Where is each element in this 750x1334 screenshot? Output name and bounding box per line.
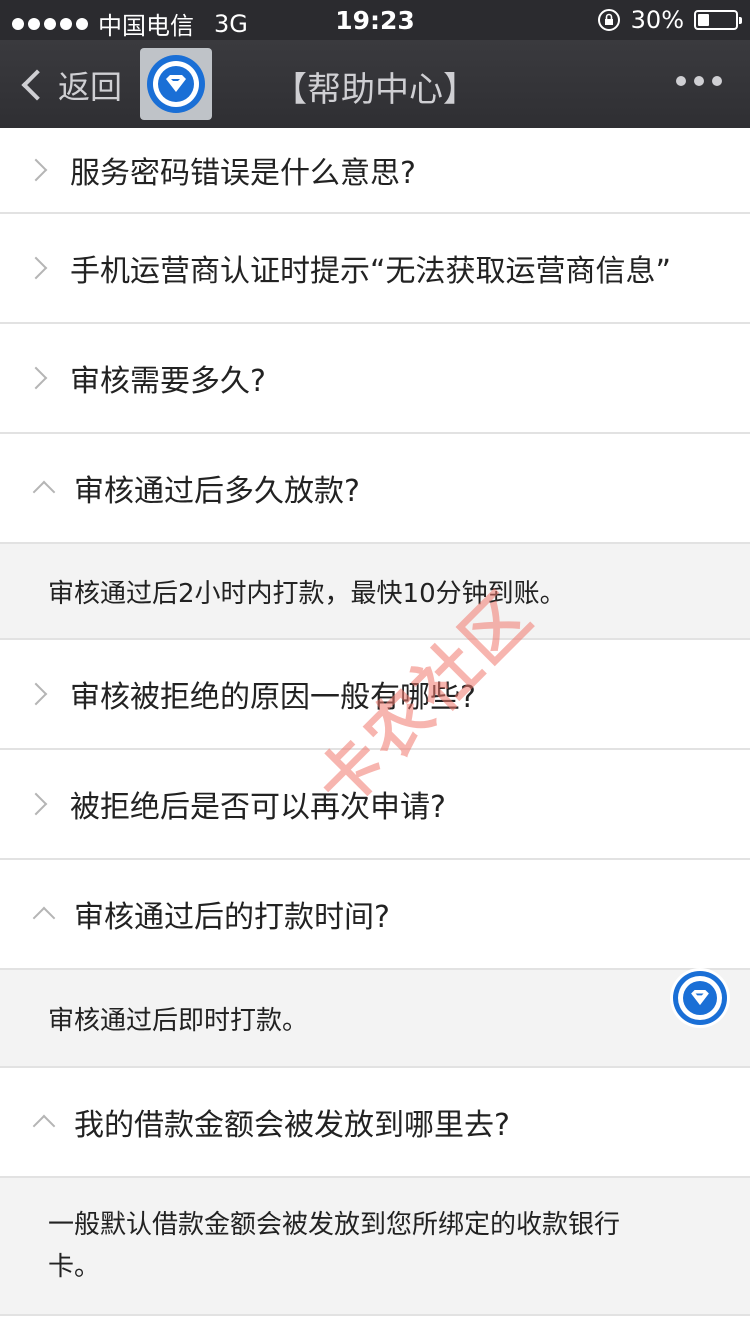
- faq-answer: 审核通过后2小时内打款，最快10分钟到账。: [0, 544, 750, 640]
- navigation-bar: 返回 【帮助中心】: [0, 40, 750, 128]
- more-options-button[interactable]: [676, 76, 722, 86]
- faq-item-expanded[interactable]: 审核通过后的打款时间?: [0, 860, 750, 970]
- faq-question: 我的借款金额会被发放到哪里去?: [74, 1108, 510, 1143]
- faq-item[interactable]: 手机运营商认证时提示“无法获取运营商信息”: [0, 214, 750, 324]
- chevron-right-icon: [24, 256, 48, 280]
- faq-item[interactable]: 审核需要多久?: [0, 324, 750, 434]
- more-dots-icon: [676, 76, 686, 86]
- chevron-right-icon: [24, 682, 48, 706]
- faq-question: 审核被拒绝的原因一般有哪些?: [70, 680, 476, 715]
- faq-answer: 审核通过后即时打款。: [0, 970, 750, 1068]
- faq-item[interactable]: 审核被拒绝的原因一般有哪些?: [0, 640, 750, 750]
- faq-answer: 一般默认借款金额会被发放到您所绑定的收款银行卡。: [0, 1178, 750, 1316]
- superman-shield-icon: [691, 990, 709, 1006]
- battery-icon: [694, 10, 742, 30]
- orientation-lock-icon: [597, 9, 620, 31]
- chevron-up-icon: [32, 906, 56, 930]
- faq-item[interactable]: 服务密码错误是什么意思?: [0, 128, 750, 214]
- faq-item[interactable]: 被拒绝后是否可以再次申请?: [0, 750, 750, 860]
- faq-question: 手机运营商认证时提示“无法获取运营商信息”: [70, 254, 672, 289]
- chevron-right-icon: [24, 158, 48, 182]
- status-bar: 中国电信 3G 19:23 30%: [0, 0, 750, 40]
- faq-question: 审核通过后的打款时间?: [74, 900, 390, 935]
- chevron-right-icon: [24, 366, 48, 390]
- faq-question: 服务密码错误是什么意思?: [70, 156, 416, 191]
- faq-item-expanded[interactable]: 审核通过后多久放款?: [0, 434, 750, 544]
- chevron-up-icon: [32, 480, 56, 504]
- battery-percent: 30%: [630, 6, 684, 34]
- faq-question: 审核通过后多久放款?: [74, 474, 360, 509]
- chevron-up-icon: [32, 1114, 56, 1138]
- chevron-right-icon: [24, 792, 48, 816]
- page-title: 【帮助中心】: [273, 70, 477, 110]
- faq-item-expanded[interactable]: 我的借款金额会被发放到哪里去?: [0, 1068, 750, 1178]
- faq-question: 被拒绝后是否可以再次申请?: [70, 790, 446, 825]
- floating-assistant-button[interactable]: [670, 968, 730, 1028]
- faq-list: 服务密码错误是什么意思? 手机运营商认证时提示“无法获取运营商信息” 审核需要多…: [0, 128, 750, 1316]
- faq-question: 审核需要多久?: [70, 364, 266, 399]
